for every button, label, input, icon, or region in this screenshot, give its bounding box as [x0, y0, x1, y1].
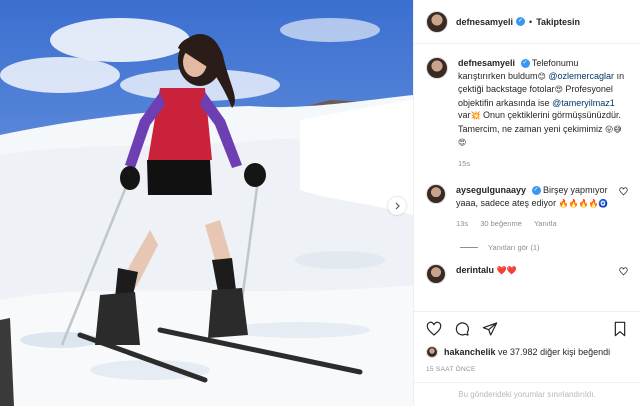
reply-button[interactable]: Yanıtla	[534, 219, 557, 228]
comment-item: aysegulgunaayy ✓ Birşey yapmıyor yaaa, s…	[426, 184, 628, 231]
author-avatar[interactable]	[426, 10, 448, 33]
post-photo[interactable]	[0, 0, 413, 406]
commenter-avatar[interactable]	[426, 184, 446, 204]
comments-restricted-notice: Bu gönderideki yorumlar sınırlandırıldı.	[414, 382, 640, 406]
view-replies-label: Yanıtları gör (1)	[488, 242, 540, 252]
comment-emoji: ❤️❤️	[496, 265, 517, 275]
caption-text: var	[458, 110, 471, 120]
replies-line	[460, 246, 478, 248]
comment-heart-icon[interactable]	[619, 187, 628, 196]
commenter-avatar[interactable]	[426, 263, 446, 284]
comment-emoji: 🔥🔥🔥🔥🧿	[558, 198, 609, 208]
caption-emoji: 💥	[470, 111, 481, 120]
chevron-right-icon	[395, 202, 400, 210]
verified-badge-icon: ✓	[520, 59, 530, 69]
comment-meta: 13s 30 beğenme Yanıtla	[456, 218, 613, 231]
comment-likes[interactable]: 30 beğenme	[480, 219, 522, 228]
caption-username[interactable]: defnesamyeli	[458, 58, 515, 68]
commenter-username[interactable]: derintalu	[456, 265, 494, 275]
likes-summary: hakanchelik ve 37.982 diğer kişi beğendi	[426, 346, 628, 358]
liker-avatar[interactable]	[426, 346, 438, 358]
caption-emoji: 😊	[537, 71, 546, 81]
caption-body: defnesamyeli ✓ Telefonumu karıştırırken …	[458, 57, 628, 170]
post-time-ago[interactable]: 15 SAAT ÖNCE	[426, 366, 628, 373]
caption-emoji: 😍	[554, 85, 563, 94]
comment-icon[interactable]	[454, 321, 470, 337]
view-replies[interactable]: Yanıtları gör (1)	[460, 243, 628, 252]
action-bar	[426, 320, 628, 338]
ski-photo-image	[0, 0, 413, 406]
following-button[interactable]: Takiptesin	[536, 17, 580, 27]
caption-time[interactable]: 15s	[458, 159, 470, 168]
caption-text: Onun çektiklerini görmüşsünüzdür. Tamerc…	[458, 110, 622, 134]
caption-avatar[interactable]	[426, 57, 448, 79]
separator-dot: •	[529, 16, 533, 27]
save-icon[interactable]	[612, 321, 628, 337]
comments-list[interactable]: defnesamyeli ✓ Telefonumu karıştırırken …	[414, 45, 640, 311]
post-header: defnesamyeli ✓ • Takiptesin	[414, 0, 640, 44]
caption-meta: 15s	[458, 158, 628, 171]
likes-text: hakanchelik ve 37.982 diğer kişi beğendi	[444, 347, 610, 357]
commenter-username[interactable]: aysegulgunaayy	[456, 185, 526, 195]
verified-badge-icon: ✓	[531, 186, 541, 196]
likes-count-text[interactable]: ve 37.982 diğer kişi beğendi	[496, 347, 610, 357]
mention-link[interactable]: @tameryilmaz1	[552, 98, 615, 108]
mention-link[interactable]: @ozlemercaglar	[548, 71, 614, 81]
comment-item: derintalu ❤️❤️	[426, 263, 628, 284]
comment-body: aysegulgunaayy ✓ Birşey yapmıyor yaaa, s…	[456, 184, 613, 231]
post-side-panel: defnesamyeli ✓ • Takiptesin defnesamyeli…	[413, 0, 640, 406]
comment-body: derintalu ❤️❤️	[456, 264, 613, 278]
share-icon[interactable]	[482, 321, 498, 337]
verified-badge-icon: ✓	[516, 17, 526, 26]
comment-time[interactable]: 13s	[456, 219, 468, 228]
caption: defnesamyeli ✓ Telefonumu karıştırırken …	[426, 57, 628, 170]
comment-heart-icon[interactable]	[619, 266, 628, 276]
liker-username[interactable]: hakanchelik	[444, 347, 496, 357]
next-photo-button[interactable]	[388, 197, 406, 215]
author-username[interactable]: defnesamyeli	[456, 17, 513, 27]
heart-icon[interactable]	[426, 321, 442, 337]
